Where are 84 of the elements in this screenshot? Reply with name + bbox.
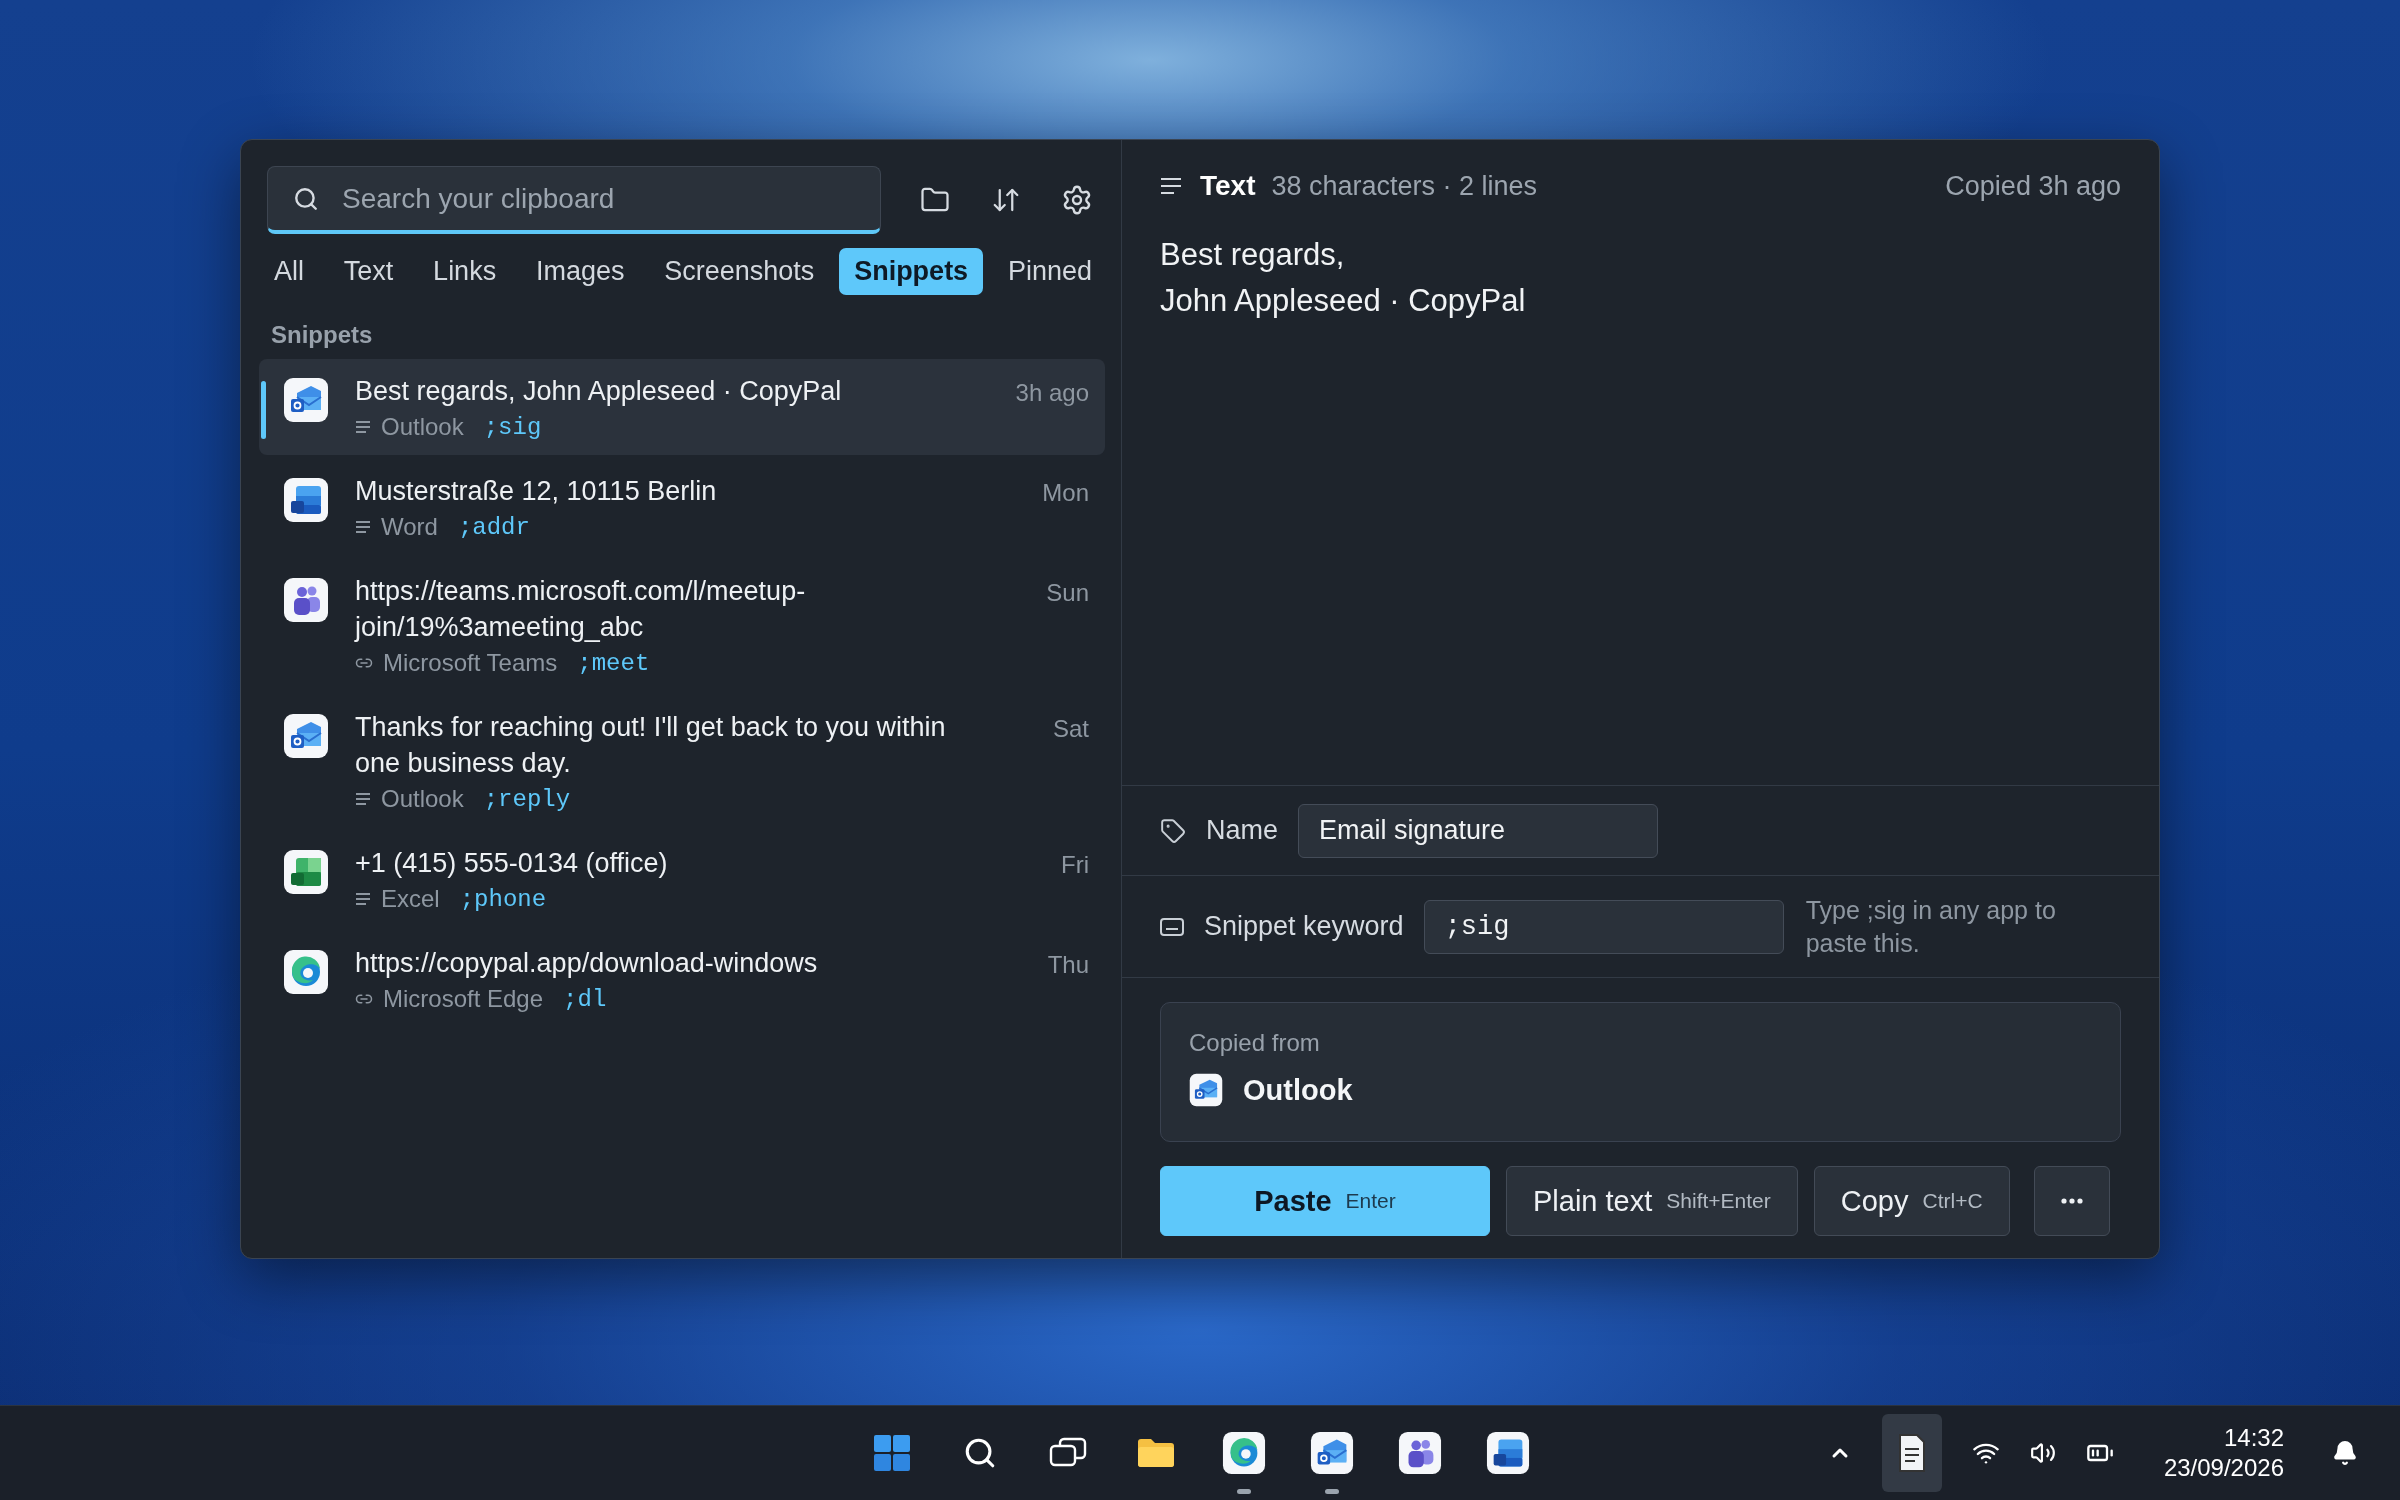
item-time: Sat — [1052, 714, 1089, 744]
section-title: Snippets — [271, 321, 374, 349]
tag-icon — [1160, 817, 1186, 844]
action-button[interactable]: Plain text Shift+Enter — [1506, 1166, 1798, 1236]
source-app: Microsoft Edge — [383, 985, 544, 1013]
content-line: Best regards, — [1160, 236, 1346, 274]
item-text: https://copypal.app/download-windows — [355, 947, 819, 980]
envelope-icon — [1189, 1073, 1223, 1107]
source-app: Excel — [381, 885, 440, 913]
filter-tab[interactable]: Images — [520, 248, 640, 295]
clipboard-item[interactable]: Thanks for reaching out! I'll get back to you within one business day. Outlook ;reply Sat — [259, 695, 1105, 827]
snippet-keyword: ;meet — [577, 649, 650, 677]
source-app: Outlook — [381, 785, 464, 813]
filter-tab[interactable]: Screenshots — [649, 248, 830, 295]
folder-icon[interactable] — [1137, 1438, 1175, 1468]
source-app: Outlook — [1243, 1073, 1353, 1107]
snippet-keyword: ;sig — [483, 413, 542, 441]
content-stats: 38 characters · 2 lines — [1271, 170, 1538, 202]
clock[interactable]: 14:32 23/09/2026 — [2163, 1423, 2284, 1483]
item-time: Sun — [1046, 578, 1089, 608]
source-app: Outlook — [381, 413, 464, 441]
item-time: Fri — [1061, 850, 1089, 880]
text-lines-icon — [355, 420, 371, 434]
task-view-icon[interactable] — [1049, 1437, 1087, 1469]
text-lines-icon — [355, 520, 371, 534]
document-icon[interactable] — [1486, 1431, 1530, 1475]
content-type: Text — [1200, 170, 1256, 202]
tray-app-button[interactable] — [1881, 1414, 1942, 1492]
clipboard-item[interactable]: https://teams.microsoft.com/l/meetup-join/19%3ameeting_abc Microsoft Teams ;meet Sun — [259, 559, 1105, 691]
item-text: Best regards, John Appleseed · CopyPal — [355, 375, 843, 408]
copied-time: Copied 3h ago — [1945, 170, 2121, 202]
name-field[interactable]: Email signature — [1298, 803, 1659, 858]
snippet-keyword: ;reply — [483, 785, 571, 813]
document-icon — [283, 477, 329, 523]
source-app: Microsoft Teams — [383, 649, 558, 677]
keyword-hint: Type ;sig in any app to paste this. — [1805, 894, 2057, 959]
clipboard-item[interactable]: https://copypal.app/download-windows Microsoft Edge ;dl Thu — [259, 931, 1105, 1027]
notification-bell-icon[interactable] — [2332, 1440, 2358, 1466]
filter-tab[interactable]: Text — [328, 248, 409, 295]
item-time: Thu — [1047, 950, 1089, 980]
item-text: +1 (415) 555-0134 (office) — [355, 847, 669, 880]
swirl-icon[interactable] — [1222, 1431, 1266, 1475]
envelope-icon — [283, 713, 329, 759]
card-label: Copied from — [1189, 1029, 1321, 1057]
item-text: Thanks for reaching out! I'll get back to you within one business day. — [355, 711, 947, 780]
item-text: Musterstraße 12, 10115 Berlin — [355, 475, 718, 508]
clipboard-item[interactable]: Musterstraße 12, 10115 Berlin Word ;addr Mon — [259, 459, 1105, 555]
people-icon — [283, 577, 329, 623]
field-label: Name — [1206, 815, 1279, 846]
document-icon — [1896, 1433, 1927, 1473]
windows-start-icon[interactable] — [874, 1435, 910, 1471]
item-text: https://teams.microsoft.com/l/meetup-join/19%3ameeting_abc — [355, 575, 807, 644]
keyword-field[interactable]: ;sig — [1423, 899, 1784, 954]
filter-tab[interactable]: Snippets — [839, 248, 984, 295]
source-app: Word — [381, 513, 438, 541]
text-lines-icon — [1160, 177, 1182, 195]
filter-tab[interactable]: All — [259, 248, 319, 295]
clipboard-item[interactable]: Best regards, John Appleseed · CopyPal Outlook ;sig 3h ago — [259, 359, 1105, 455]
search-icon[interactable] — [963, 1436, 997, 1470]
spreadsheet-icon — [283, 849, 329, 895]
text-lines-icon — [355, 892, 371, 906]
people-icon[interactable] — [1398, 1431, 1442, 1475]
content-line: John Appleseed · CopyPal — [1160, 282, 1527, 320]
volume-icon[interactable] — [2029, 1440, 2056, 1466]
envelope-icon[interactable] — [1310, 1431, 1354, 1475]
filter-tab[interactable]: Links — [418, 248, 512, 295]
snippet-keyword: ;addr — [457, 513, 530, 541]
more-icon — [2060, 1198, 2083, 1204]
action-button[interactable]: Copy Ctrl+C — [1813, 1166, 2010, 1236]
search-field[interactable]: Search your clipboard — [267, 166, 881, 234]
clipboard-item[interactable]: +1 (415) 555-0134 (office) Excel ;phone Fri — [259, 831, 1105, 927]
text-lines-icon — [355, 792, 371, 806]
snippet-keyword: ;dl — [563, 985, 607, 1013]
search-icon — [293, 186, 319, 212]
field-label: Snippet keyword — [1204, 911, 1404, 942]
keyboard-icon — [1160, 917, 1184, 936]
envelope-icon — [283, 377, 329, 423]
item-time: Mon — [1042, 478, 1089, 508]
paste-button[interactable]: Paste Enter — [1160, 1166, 1490, 1236]
filter-tab[interactable]: Pinned — [992, 248, 1107, 295]
snippet-keyword: ;phone — [459, 885, 547, 913]
item-time: 3h ago — [1015, 378, 1089, 408]
swirl-icon — [283, 949, 329, 995]
selection-bar — [261, 381, 266, 439]
